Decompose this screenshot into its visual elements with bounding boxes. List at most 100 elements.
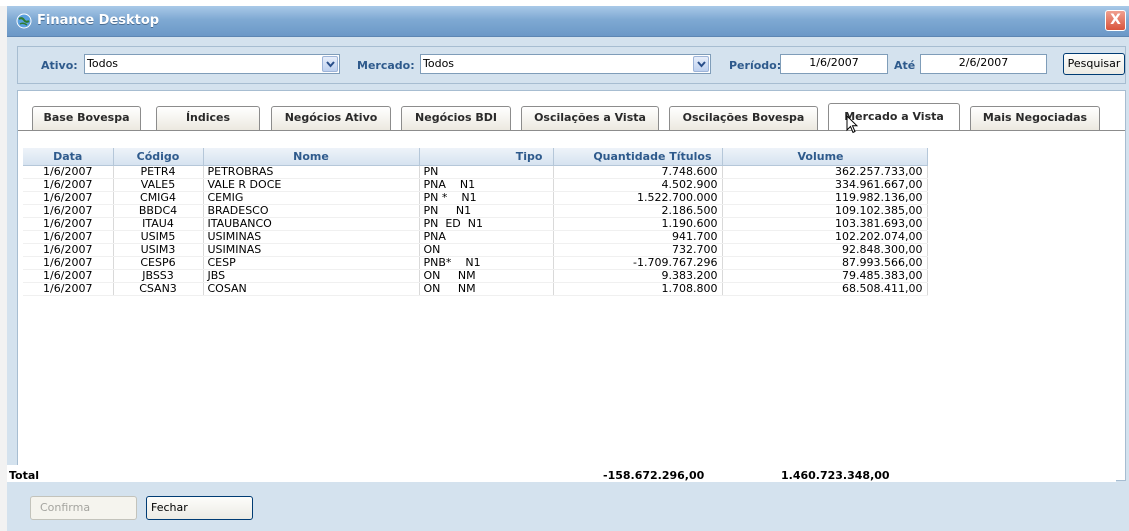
cell-data: 1/6/2007: [23, 178, 114, 192]
tab-oscilacoes-a-vista[interactable]: Oscilações a Vista: [521, 106, 659, 130]
cell-nome: ITAUBANCO: [203, 217, 420, 231]
close-icon[interactable]: X: [1105, 10, 1126, 31]
cell-tipo: PNA N1: [419, 178, 554, 192]
column-header-tipo[interactable]: Tipo: [419, 148, 554, 166]
cell-quantidade: 7.748.600: [553, 165, 723, 179]
cell-quantidade: 1.190.600: [553, 217, 723, 231]
table-header-row: Data Código Nome Tipo Quantidade Títulos…: [23, 148, 928, 166]
column-header-codigo[interactable]: Código: [113, 148, 204, 166]
cell-quantidade: 941.700: [553, 230, 723, 244]
mouse-pointer-icon: [846, 114, 859, 137]
cell-tipo: PNB* N1: [419, 256, 554, 270]
mercado-select[interactable]: Todos: [420, 54, 711, 74]
cell-tipo: PN N1: [419, 204, 554, 218]
tab-indices[interactable]: Índices: [156, 106, 260, 130]
table-row[interactable]: 1/6/2007 CESP6 CESP PNB* N1 -1.709.767.2…: [23, 256, 928, 270]
column-header-nome[interactable]: Nome: [203, 148, 420, 166]
cell-tipo: PN: [419, 165, 554, 179]
tab-oscilacoes-bovespa[interactable]: Oscilações Bovespa: [669, 106, 818, 130]
tab-negocios-bdi[interactable]: Negócios BDI: [401, 106, 511, 130]
periodo-to-field[interactable]: 2/6/2007: [920, 54, 1047, 74]
column-header-volume[interactable]: Volume: [722, 148, 928, 166]
cell-tipo: PN ED N1: [419, 217, 554, 231]
total-quantidade: -158.672.296,00: [603, 469, 705, 482]
tab-base-bovespa[interactable]: Base Bovespa: [32, 106, 141, 130]
finance-desktop-window: Finance Desktop X Ativo: Todos Mercado: …: [7, 6, 1129, 531]
results-table: Data Código Nome Tipo Quantidade Títulos…: [23, 148, 928, 296]
cell-volume: 79.485.383,00: [722, 269, 928, 283]
chevron-down-icon[interactable]: [322, 56, 338, 72]
mercado-label: Mercado:: [357, 59, 415, 72]
mercado-value: Todos: [423, 57, 455, 70]
total-label: Total: [9, 469, 40, 482]
ativo-select[interactable]: Todos: [84, 54, 340, 74]
cell-quantidade: 2.186.500: [553, 204, 723, 218]
cell-volume: 92.848.300,00: [722, 243, 928, 257]
cell-nome: USIMINAS: [203, 243, 420, 257]
column-header-data[interactable]: Data: [23, 148, 114, 166]
cell-data: 1/6/2007: [23, 217, 114, 231]
cell-nome: USIMINAS: [203, 230, 420, 244]
ativo-value: Todos: [87, 57, 119, 70]
table-row[interactable]: 1/6/2007 USIM3 USIMINAS ON 732.700 92.84…: [23, 243, 928, 257]
cell-codigo: PETR4: [113, 165, 204, 179]
filter-panel: Ativo: Todos Mercado: Todos Período: 1/6…: [17, 46, 1126, 84]
cell-quantidade: 732.700: [553, 243, 723, 257]
cell-codigo: VALE5: [113, 178, 204, 192]
ate-label: Até: [894, 59, 916, 72]
cell-tipo: PNA: [419, 230, 554, 244]
table-row[interactable]: 1/6/2007 BBDC4 BRADESCO PN N1 2.186.500 …: [23, 204, 928, 218]
table-row[interactable]: 1/6/2007 USIM5 USIMINAS PNA 941.700 102.…: [23, 230, 928, 244]
cell-codigo: ITAU4: [113, 217, 204, 231]
cell-quantidade: -1.709.767.296: [553, 256, 723, 270]
table-row[interactable]: 1/6/2007 ITAU4 ITAUBANCO PN ED N1 1.190.…: [23, 217, 928, 231]
cell-volume: 68.508.411,00: [722, 282, 928, 296]
search-button[interactable]: Pesquisar: [1063, 53, 1125, 75]
periodo-label: Período:: [729, 59, 782, 72]
cell-volume: 109.102.385,00: [722, 204, 928, 218]
cell-nome: PETROBRAS: [203, 165, 420, 179]
globe-icon: [16, 13, 32, 29]
table-row[interactable]: 1/6/2007 CSAN3 COSAN ON NM 1.708.800 68.…: [23, 282, 928, 296]
table-row[interactable]: 1/6/2007 VALE5 VALE R DOCE PNA N1 4.502.…: [23, 178, 928, 192]
cell-tipo: PN * N1: [419, 191, 554, 205]
title-bar[interactable]: Finance Desktop X: [7, 6, 1129, 37]
cell-tipo: ON: [419, 243, 554, 257]
cell-quantidade: 4.502.900: [553, 178, 723, 192]
cell-nome: COSAN: [203, 282, 420, 296]
tab-divider: [18, 130, 1125, 131]
tab-negocios-ativo[interactable]: Negócios Ativo: [271, 106, 391, 130]
cell-codigo: JBSS3: [113, 269, 204, 283]
cell-codigo: USIM3: [113, 243, 204, 257]
confirm-button[interactable]: Confirma: [30, 496, 137, 520]
cell-tipo: ON NM: [419, 269, 554, 283]
cell-nome: CESP: [203, 256, 420, 270]
cell-codigo: CMIG4: [113, 191, 204, 205]
cell-data: 1/6/2007: [23, 204, 114, 218]
table-row[interactable]: 1/6/2007 JBSS3 JBS ON NM 9.383.200 79.48…: [23, 269, 928, 283]
cell-tipo: ON NM: [419, 282, 554, 296]
chevron-down-icon[interactable]: [693, 56, 709, 72]
cell-data: 1/6/2007: [23, 165, 114, 179]
window-title: Finance Desktop: [37, 13, 160, 28]
cell-quantidade: 1.522.700.000: [553, 191, 723, 205]
cell-quantidade: 1.708.800: [553, 282, 723, 296]
cell-volume: 119.982.136,00: [722, 191, 928, 205]
column-header-quantidade[interactable]: Quantidade Títulos: [553, 148, 723, 166]
tab-mais-negociadas[interactable]: Mais Negociadas: [970, 106, 1100, 130]
cell-nome: BRADESCO: [203, 204, 420, 218]
periodo-from-field[interactable]: 1/6/2007: [780, 54, 888, 74]
cell-codigo: CSAN3: [113, 282, 204, 296]
totals-row: Total -158.672.296,00 1.460.723.348,00: [7, 465, 1116, 482]
close-button[interactable]: Fechar: [146, 496, 253, 520]
cell-codigo: USIM5: [113, 230, 204, 244]
table-row[interactable]: 1/6/2007 CMIG4 CEMIG PN * N1 1.522.700.0…: [23, 191, 928, 205]
cell-nome: VALE R DOCE: [203, 178, 420, 192]
ativo-label: Ativo:: [41, 59, 78, 72]
table-row[interactable]: 1/6/2007 PETR4 PETROBRAS PN 7.748.600 36…: [23, 165, 928, 179]
cell-data: 1/6/2007: [23, 269, 114, 283]
cell-data: 1/6/2007: [23, 191, 114, 205]
cell-quantidade: 9.383.200: [553, 269, 723, 283]
cell-data: 1/6/2007: [23, 230, 114, 244]
footer-bar: Confirma Fechar: [7, 482, 1129, 531]
